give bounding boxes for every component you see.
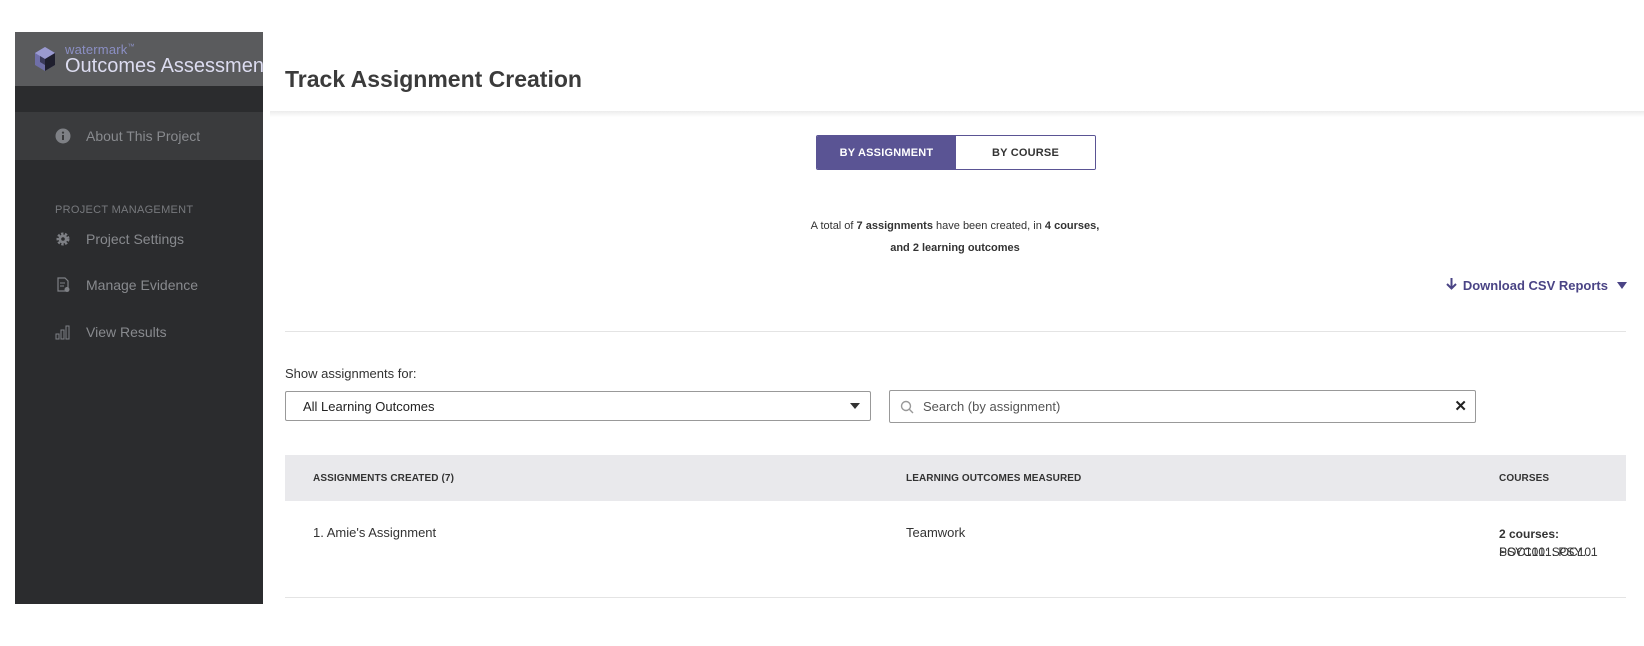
select-value: All Learning Outcomes bbox=[303, 398, 435, 414]
column-header-outcomes[interactable]: LEARNING OUTCOMES MEASURED bbox=[906, 473, 1081, 484]
toggle-by-course[interactable]: BY COURSE bbox=[956, 136, 1095, 169]
search-input[interactable] bbox=[923, 399, 1423, 414]
table-header: ASSIGNMENTS CREATED (7) LEARNING OUTCOME… bbox=[285, 455, 1626, 501]
outcome-name: Teamwork bbox=[906, 525, 966, 540]
document-icon bbox=[55, 277, 71, 293]
search-box: ✕ bbox=[889, 390, 1476, 423]
sidebar-item-label: Project Settings bbox=[86, 231, 185, 247]
brand-header[interactable]: watermark™ Outcomes Assessment bbox=[15, 32, 263, 86]
caret-down-icon bbox=[1617, 282, 1627, 289]
sidebar-item-manage-evidence[interactable]: Manage Evidence bbox=[15, 265, 263, 305]
table-row[interactable]: 1. Amie's Assignment Teamwork 2 courses:… bbox=[285, 501, 1626, 598]
download-csv-label: Download CSV Reports bbox=[1462, 278, 1608, 293]
clear-search-icon[interactable]: ✕ bbox=[1454, 397, 1467, 415]
sidebar-section-label: PROJECT MANAGEMENT bbox=[55, 204, 194, 216]
search-icon bbox=[900, 400, 914, 414]
chevron-down-icon bbox=[850, 403, 860, 409]
sidebar-item-label: View Results bbox=[86, 324, 167, 340]
sidebar-item-project-settings[interactable]: Project Settings bbox=[15, 219, 263, 259]
page-title: Track Assignment Creation bbox=[285, 66, 582, 92]
watermark-logo-icon bbox=[31, 45, 59, 73]
gear-icon bbox=[55, 231, 71, 247]
assignment-name: 1. Amie's Assignment bbox=[313, 525, 437, 540]
column-header-assignments[interactable]: ASSIGNMENTS CREATED (7) bbox=[313, 473, 454, 484]
column-header-courses[interactable]: COURSES bbox=[1499, 473, 1549, 484]
bar-chart-icon bbox=[55, 324, 71, 340]
sidebar-item-label: Manage Evidence bbox=[86, 277, 199, 293]
header-divider bbox=[270, 111, 1644, 117]
sidebar-item-about[interactable]: About This Project bbox=[15, 112, 263, 160]
toggle-by-assignment[interactable]: BY ASSIGNMENT bbox=[817, 136, 956, 169]
view-toggle: BY ASSIGNMENT BY COURSE bbox=[816, 135, 1096, 170]
summary-text: A total of 7 assignments have been creat… bbox=[810, 220, 1100, 254]
course-count: 2 courses: bbox=[1499, 527, 1560, 541]
summary-courses: 4 courses, bbox=[1044, 220, 1100, 232]
sidebar-item-label: About This Project bbox=[86, 128, 201, 144]
summary-assignments: 7 assignments bbox=[856, 220, 933, 232]
brand-title: Outcomes Assessment bbox=[65, 54, 263, 77]
section-divider bbox=[285, 331, 1626, 332]
info-icon bbox=[55, 128, 71, 144]
download-csv-button[interactable]: Download CSV Reports bbox=[1446, 278, 1627, 293]
download-arrow-icon bbox=[1446, 278, 1457, 293]
summary-outcomes: and 2 learning outcomes bbox=[890, 242, 1020, 254]
sidebar: watermark™ Outcomes Assessment About Thi… bbox=[15, 32, 263, 604]
learning-outcome-select[interactable]: All Learning Outcomes bbox=[285, 391, 871, 421]
course-item: SOC101: SOC101 bbox=[1499, 545, 1598, 559]
filter-label: Show assignments for: bbox=[285, 366, 417, 381]
course-list: 2 courses: PSYC101: PSYC101 SOC101: SOC1… bbox=[1499, 525, 1599, 559]
sidebar-item-view-results[interactable]: View Results bbox=[15, 312, 263, 352]
